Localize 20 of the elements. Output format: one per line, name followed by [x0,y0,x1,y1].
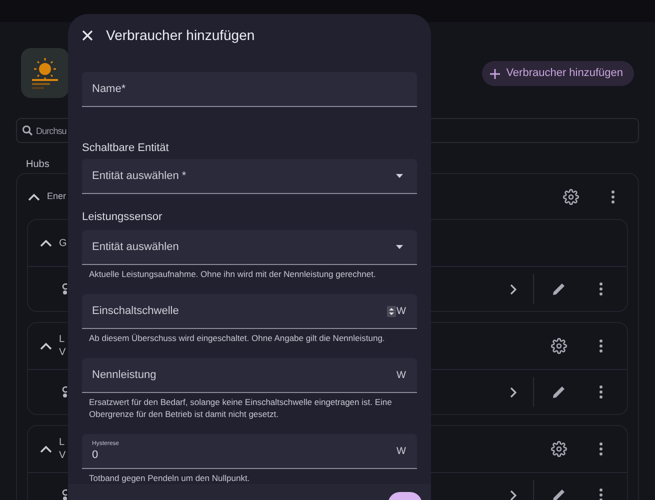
group-title: L [59,436,66,449]
name-field[interactable]: Name* [82,72,417,107]
helper-text: Ersatzwert für den Bedarf, solange keine Einschaltschwelle eingetragen ist. Eine Obergrenze für den Betrieb ist damit nicht gesetzt. [88,396,393,420]
select-field[interactable]: Entität auswählen [82,230,417,265]
number-field[interactable]: Einschaltschwelle W [82,294,417,329]
group-title: G [59,236,67,250]
helper-text: Aktuelle Leistungsaufnahme. Ohne ihn wird mit der Nennleistung gerechnet. [88,268,377,280]
helper-text: Ab diesem Überschuss wird eingeschaltet. Ohne Angabe gilt die Nennleistung. [88,332,386,344]
add-consumer-button[interactable]: Verbraucher hinzufügen [482,61,634,86]
hub-title: Ener [47,190,66,203]
group-subtitle: V [59,346,66,359]
helper-text: Totband gegen Pendeln um den Nullpunkt. [88,472,251,484]
section-label: Schaltbare Entität [82,141,170,155]
dialog-title: Verbraucher hinzufügen [106,26,255,45]
number-field[interactable]: Nennleistung W [82,358,417,393]
select-field[interactable]: Entität auswählen * [82,159,417,194]
section-heading: Hubs [26,159,50,170]
group-title: L [59,333,66,346]
section-label: Leistungssensor [82,210,164,224]
group-subtitle: V [59,449,66,462]
